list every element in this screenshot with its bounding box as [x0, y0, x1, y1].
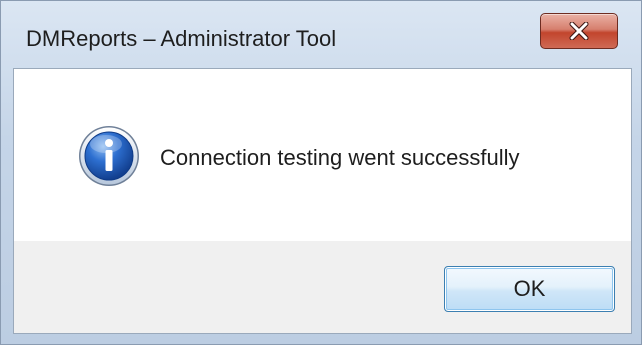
information-icon [79, 126, 139, 186]
message-text: Connection testing went successfully [160, 145, 520, 170]
close-x-icon [569, 22, 589, 40]
window-title: DMReports – Administrator Tool [26, 26, 337, 51]
title-bar[interactable]: DMReports – Administrator Tool [1, 1, 641, 65]
dialog-body: Connection testing went successfully OK [13, 68, 632, 334]
close-button[interactable] [540, 13, 618, 49]
dialog-window: DMReports – Administrator Tool Connectio… [0, 0, 642, 345]
button-bar: OK [14, 241, 631, 333]
ok-button[interactable]: OK [444, 266, 615, 312]
message-area: Connection testing went successfully [14, 69, 631, 241]
